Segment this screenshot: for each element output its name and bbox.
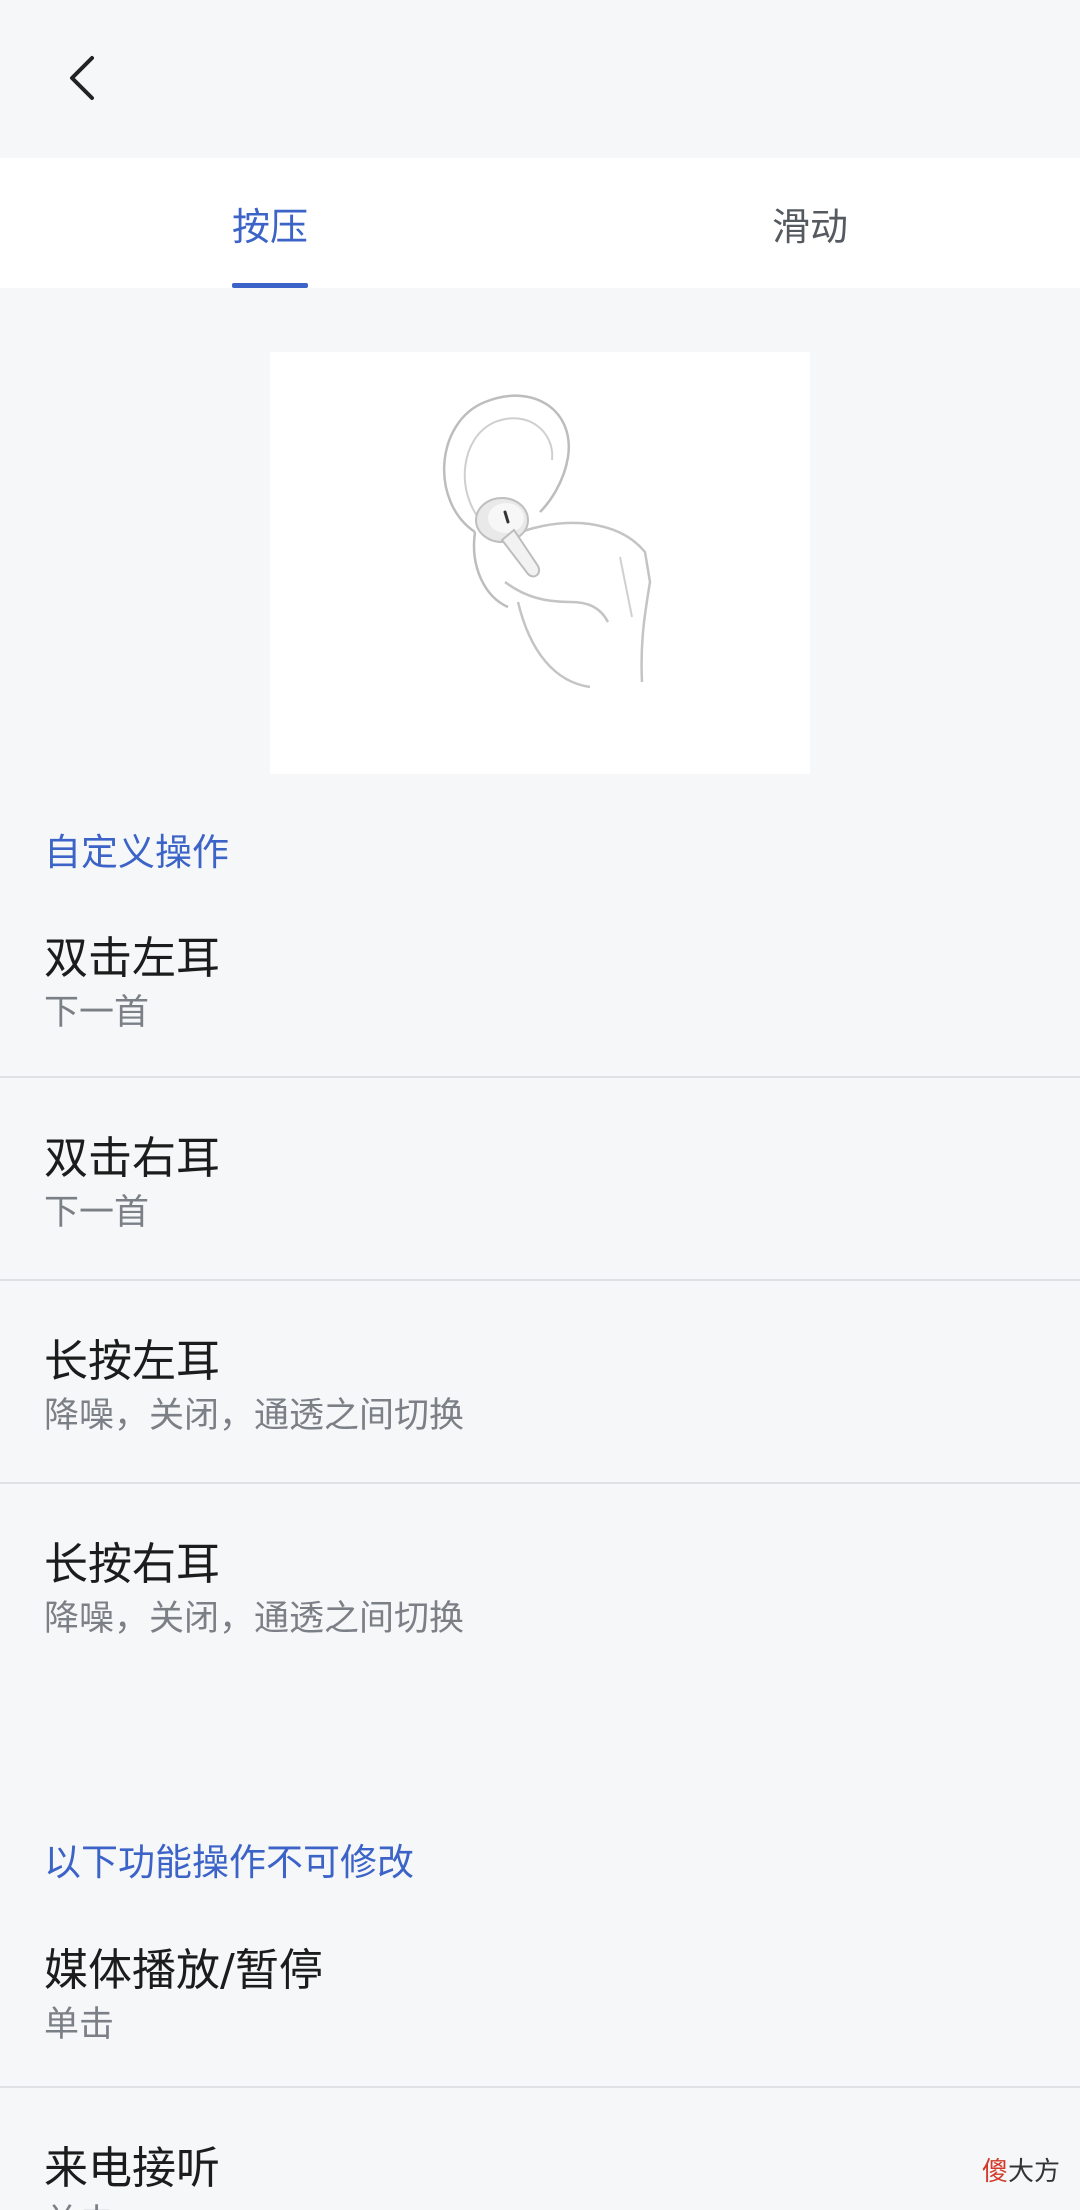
item-title: 来电接听 <box>44 2143 220 2194</box>
tab-press[interactable]: 按压 <box>0 158 540 288</box>
tab-swipe[interactable]: 滑动 <box>540 158 1080 288</box>
item-title: 双击右耳 <box>44 1133 220 1184</box>
tab-bar: 按压 滑动 <box>0 158 1080 288</box>
tab-press-label: 按压 <box>231 204 308 249</box>
list-item-double-tap-left[interactable]: 双击左耳 下一首 <box>0 912 1080 1076</box>
earbud-gesture-settings-page: 按压 滑动 自定义操作 双击左耳 下一首 双击右耳 下一首 长按左耳 降噪，关闭… <box>0 0 1080 2210</box>
item-subtitle: 单击 <box>44 2194 114 2210</box>
list-item-long-press-left[interactable]: 长按左耳 降噪，关闭，通透之间切换 <box>0 1281 1080 1481</box>
item-title: 长按左耳 <box>44 1336 220 1387</box>
chevron-left-icon <box>70 56 94 100</box>
watermark-part2: 大方 <box>1007 2157 1060 2187</box>
item-title: 媒体播放/暂停 <box>44 1945 323 1996</box>
watermark-part1: 傻 <box>981 2157 1008 2187</box>
item-subtitle: 下一首 <box>44 993 150 1033</box>
section-title-custom: 自定义操作 <box>44 831 229 874</box>
item-subtitle: 降噪，关闭，通透之间切换 <box>44 1396 465 1436</box>
top-bar <box>0 0 1080 158</box>
list-item-answer-call: 来电接听 单击 <box>0 2088 1080 2210</box>
list-item-media-play-pause: 媒体播放/暂停 单击 <box>0 1922 1080 2086</box>
list-item-double-tap-right[interactable]: 双击右耳 下一首 <box>0 1078 1080 1278</box>
item-subtitle: 下一首 <box>44 1193 150 1233</box>
item-subtitle: 降噪，关闭，通透之间切换 <box>44 1599 465 1639</box>
item-title: 双击左耳 <box>44 933 220 984</box>
earbud-press-illustration <box>270 352 810 774</box>
ear-hand-earbud-icon <box>443 394 652 689</box>
item-title: 长按右耳 <box>44 1539 220 1590</box>
tab-swipe-label: 滑动 <box>771 204 848 249</box>
active-tab-indicator <box>231 283 308 288</box>
item-subtitle: 单击 <box>44 2005 115 2045</box>
watermark: 傻大方 <box>982 2151 1060 2188</box>
back-button[interactable] <box>52 46 116 110</box>
section-title-fixed: 以下功能操作不可修改 <box>44 1841 414 1884</box>
list-item-long-press-right[interactable]: 长按右耳 降噪，关闭，通透之间切换 <box>0 1484 1080 1684</box>
